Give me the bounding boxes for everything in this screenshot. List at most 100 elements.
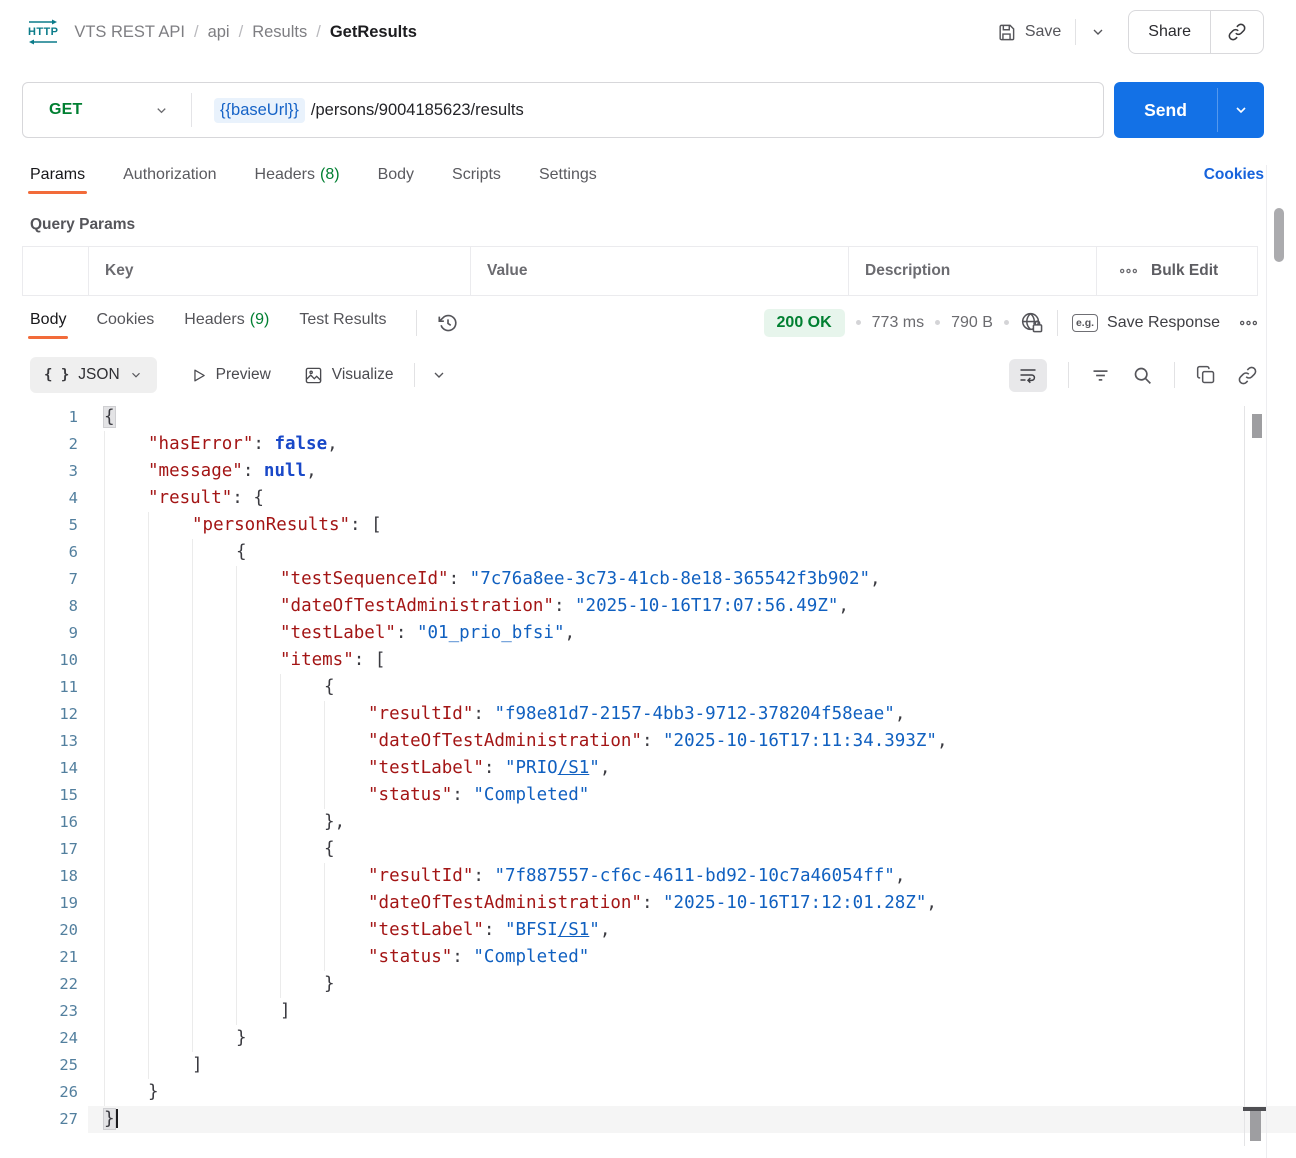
line-number: 16 [0,809,78,836]
filter-button[interactable] [1090,365,1111,386]
code-line-18[interactable]: 18"resultId": "7f887557-cf6c-4611-bd92-1… [0,863,1296,890]
wrap-lines-button[interactable] [1009,359,1047,392]
divider [414,363,415,387]
response-tab-headers[interactable]: Headers(9) [184,305,269,341]
response-body-editor[interactable]: 1{2"hasError": false,3"message": null,4"… [0,404,1296,1133]
visualize-button[interactable]: Visualize [304,366,394,385]
send-options-chevron[interactable] [1218,82,1264,138]
code-line-21[interactable]: 21"status": "Completed" [0,944,1296,971]
indent-guide [236,917,280,944]
code-line-10[interactable]: 10"items": [ [0,647,1296,674]
code-line-5[interactable]: 5"personResults": [ [0,512,1296,539]
bulk-edit-button[interactable]: Bulk Edit [1097,247,1257,295]
indent-guide [192,782,236,809]
indent-guide [148,782,192,809]
code-line-24[interactable]: 24} [0,1025,1296,1052]
line-number: 26 [0,1079,78,1106]
editor-scrollbar-thumb[interactable] [1252,414,1262,438]
indent-guide [104,944,148,971]
tab-body[interactable]: Body [378,160,414,196]
code-line-17[interactable]: 17{ [0,836,1296,863]
response-size[interactable]: 790 B [951,314,993,332]
indent-guide [104,728,148,755]
page-scrollbar-thumb[interactable] [1274,208,1284,262]
tab-settings[interactable]: Settings [539,160,597,196]
copy-link-button[interactable] [1211,22,1263,42]
response-more-actions-button[interactable] [1239,318,1258,328]
indent-guide [192,971,236,998]
indent-guide [148,863,192,890]
code-line-20[interactable]: 20"testLabel": "BFSI/S1", [0,917,1296,944]
indent-guide [104,1052,148,1079]
send-button[interactable]: Send [1114,82,1217,138]
code-line-3[interactable]: 3"message": null, [0,458,1296,485]
save-response-button[interactable]: e.g. Save Response [1072,314,1220,332]
code-line-15[interactable]: 15"status": "Completed" [0,782,1296,809]
indent-guide [280,674,324,701]
preview-button[interactable]: Preview [190,366,271,384]
tab-scripts[interactable]: Scripts [452,160,501,196]
code-line-26[interactable]: 26} [0,1079,1296,1106]
code-line-13[interactable]: 13"dateOfTestAdministration": "2025-10-1… [0,728,1296,755]
status-badge[interactable]: 200 OK [764,309,845,337]
code-line-16[interactable]: 16}, [0,809,1296,836]
indent-guide [324,917,368,944]
code-line-19[interactable]: 19"dateOfTestAdministration": "2025-10-1… [0,890,1296,917]
response-meta: 200 OK 773 ms 790 B e.g. Save Response [764,309,1258,337]
url-builder: GET {{baseUrl}} /persons/9004185623/resu… [22,82,1104,138]
url-input[interactable]: {{baseUrl}} /persons/9004185623/results [192,98,524,123]
breadcrumb-collection[interactable]: VTS REST API [74,23,185,42]
response-history-button[interactable] [437,312,459,334]
response-tab-cookies[interactable]: Cookies [96,305,154,341]
response-time[interactable]: 773 ms [872,314,924,332]
code-line-22[interactable]: 22} [0,971,1296,998]
code-line-25[interactable]: 25] [0,1052,1296,1079]
code-line-6[interactable]: 6{ [0,539,1296,566]
indent-guide [236,674,280,701]
code-line-27[interactable]: 27} [0,1106,1296,1133]
response-headers-count-badge: (9) [250,311,270,328]
network-info-button[interactable] [1020,311,1043,334]
copy-button[interactable] [1196,365,1216,385]
save-options-chevron[interactable] [1090,24,1106,40]
code-line-11[interactable]: 11{ [0,674,1296,701]
indent-guide [192,836,236,863]
method-selector[interactable]: GET [23,101,191,119]
code-line-9[interactable]: 9"testLabel": "01_prio_bfsi", [0,620,1296,647]
tab-params[interactable]: Params [30,160,85,196]
code-line-1[interactable]: 1{ [0,404,1296,431]
viewer-options-chevron[interactable] [431,367,447,383]
breadcrumb-request-name[interactable]: GetResults [330,23,417,42]
indent-guide [192,755,236,782]
breadcrumb-folder-api[interactable]: api [208,23,230,42]
code-line-8[interactable]: 8"dateOfTestAdministration": "2025-10-16… [0,593,1296,620]
code-line-23[interactable]: 23] [0,998,1296,1025]
format-label: JSON [78,366,119,384]
indent-guide [104,566,148,593]
code-line-2[interactable]: 2"hasError": false, [0,431,1296,458]
code-line-14[interactable]: 14"testLabel": "PRIO/S1", [0,755,1296,782]
indent-guide [280,863,324,890]
cookies-link[interactable]: Cookies [1204,166,1264,190]
breadcrumb-folder-results[interactable]: Results [252,23,307,42]
indent-guide [148,1052,192,1079]
tab-authorization[interactable]: Authorization [123,160,216,196]
share-response-link-button[interactable] [1237,365,1258,386]
share-button[interactable]: Share [1129,23,1210,41]
response-tab-test-results[interactable]: Test Results [299,305,386,341]
baseurl-variable-chip[interactable]: {{baseUrl}} [214,98,305,123]
response-tab-body[interactable]: Body [30,305,66,341]
code-line-4[interactable]: 4"result": { [0,485,1296,512]
format-selector[interactable]: { } JSON [30,357,157,393]
indent-guide [236,647,280,674]
code-line-7[interactable]: 7"testSequenceId": "7c76a8ee-3c73-41cb-8… [0,566,1296,593]
line-number: 24 [0,1025,78,1052]
indent-guide [148,539,192,566]
editor-scrollbar-bottom-thumb[interactable] [1250,1111,1261,1141]
search-button[interactable] [1132,365,1153,386]
code-line-12[interactable]: 12"resultId": "f98e81d7-2157-4bb3-9712-3… [0,701,1296,728]
save-button[interactable]: Save [997,23,1061,42]
indent-guide [236,728,280,755]
indent-guide [148,998,192,1025]
tab-headers[interactable]: Headers(8) [255,160,340,196]
